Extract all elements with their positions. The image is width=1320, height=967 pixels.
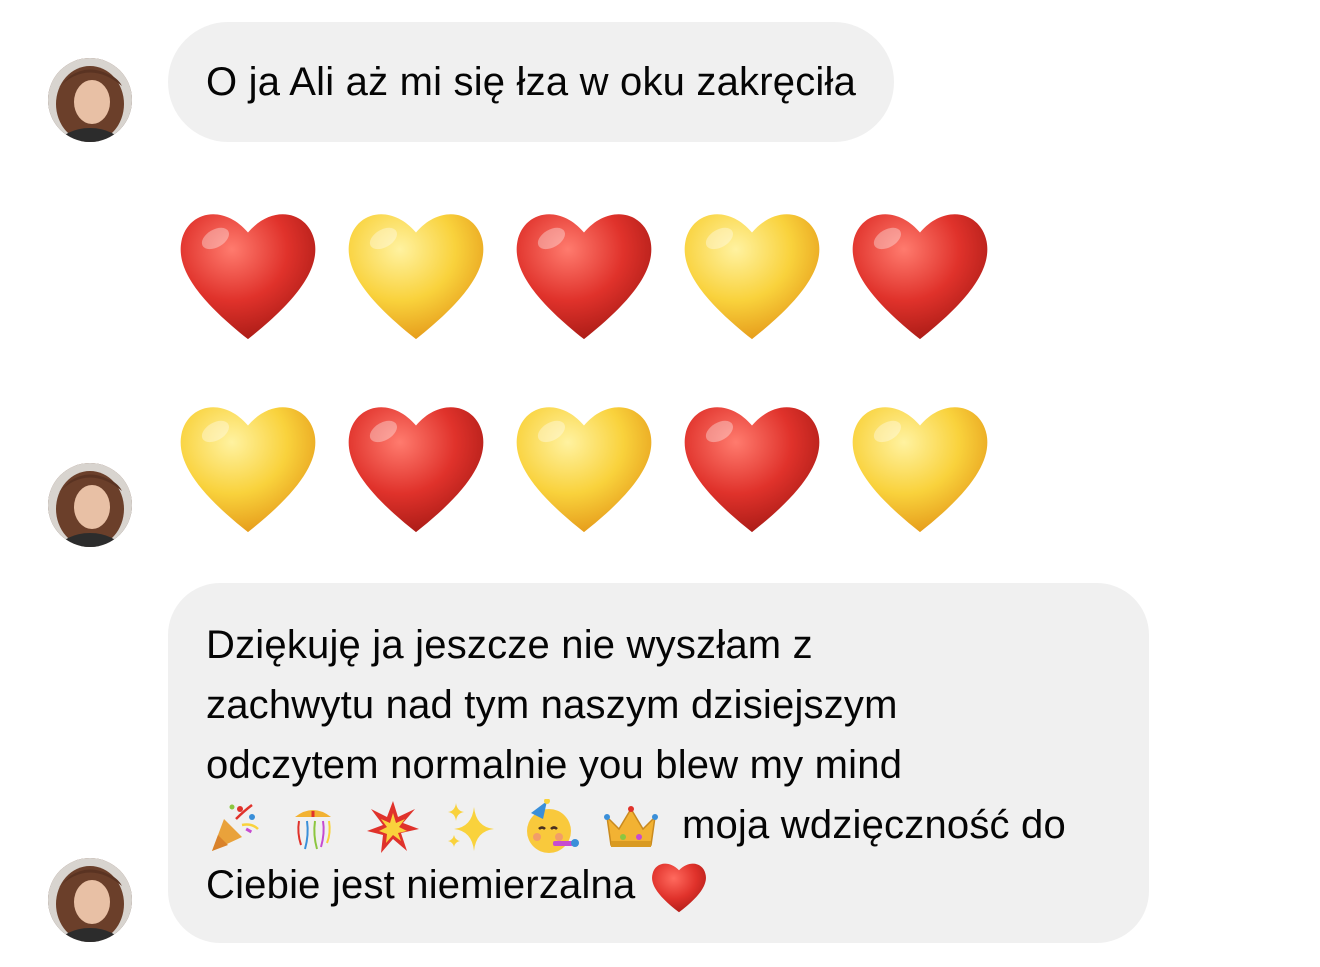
message-text-line: odczytem normalnie you blew my mind (206, 743, 903, 787)
collision-icon (365, 799, 421, 855)
message-text-line: zachwytu nad tym naszym dzisiejszym (206, 683, 898, 727)
message-bubble[interactable]: Dziękuję ja jeszcze nie wyszłam z zachwy… (168, 583, 1149, 943)
sender-avatar[interactable] (48, 858, 132, 942)
message-text-line: moja wdzięczność do (681, 803, 1066, 847)
yellow-heart-icon (678, 200, 826, 348)
red-heart-icon (342, 393, 490, 541)
yellow-heart-icon (174, 393, 322, 541)
red-heart-icon (678, 393, 826, 541)
yellow-heart-icon (510, 393, 658, 541)
sender-avatar[interactable] (48, 58, 132, 142)
message-text-line: Dziękuję ja jeszcze nie wyszłam z (206, 623, 813, 667)
message-text-line: Ciebie jest niemierzalna (206, 855, 1109, 915)
confetti-ball-icon (285, 799, 341, 855)
crown-icon (603, 799, 659, 855)
message-emoji-line: moja wdzięczność do (206, 795, 1109, 855)
sparkles-icon (444, 799, 500, 855)
red-heart-icon (510, 200, 658, 348)
partying-face-icon (523, 799, 580, 855)
red-heart-icon (846, 200, 994, 348)
yellow-heart-icon (846, 393, 994, 541)
emoji-heart-row[interactable] (174, 200, 994, 348)
message-text: Ciebie jest niemierzalna (206, 863, 636, 907)
message-bubble[interactable]: O ja Ali aż mi się łza w oku zakręciła (168, 22, 895, 142)
red-heart-icon (174, 200, 322, 348)
red-heart-icon (649, 857, 709, 917)
message-text: O ja Ali aż mi się łza w oku zakręciła (206, 60, 857, 104)
yellow-heart-icon (342, 200, 490, 348)
emoji-heart-row[interactable] (174, 393, 994, 541)
party-popper-icon (206, 799, 262, 855)
sender-avatar[interactable] (48, 463, 132, 547)
